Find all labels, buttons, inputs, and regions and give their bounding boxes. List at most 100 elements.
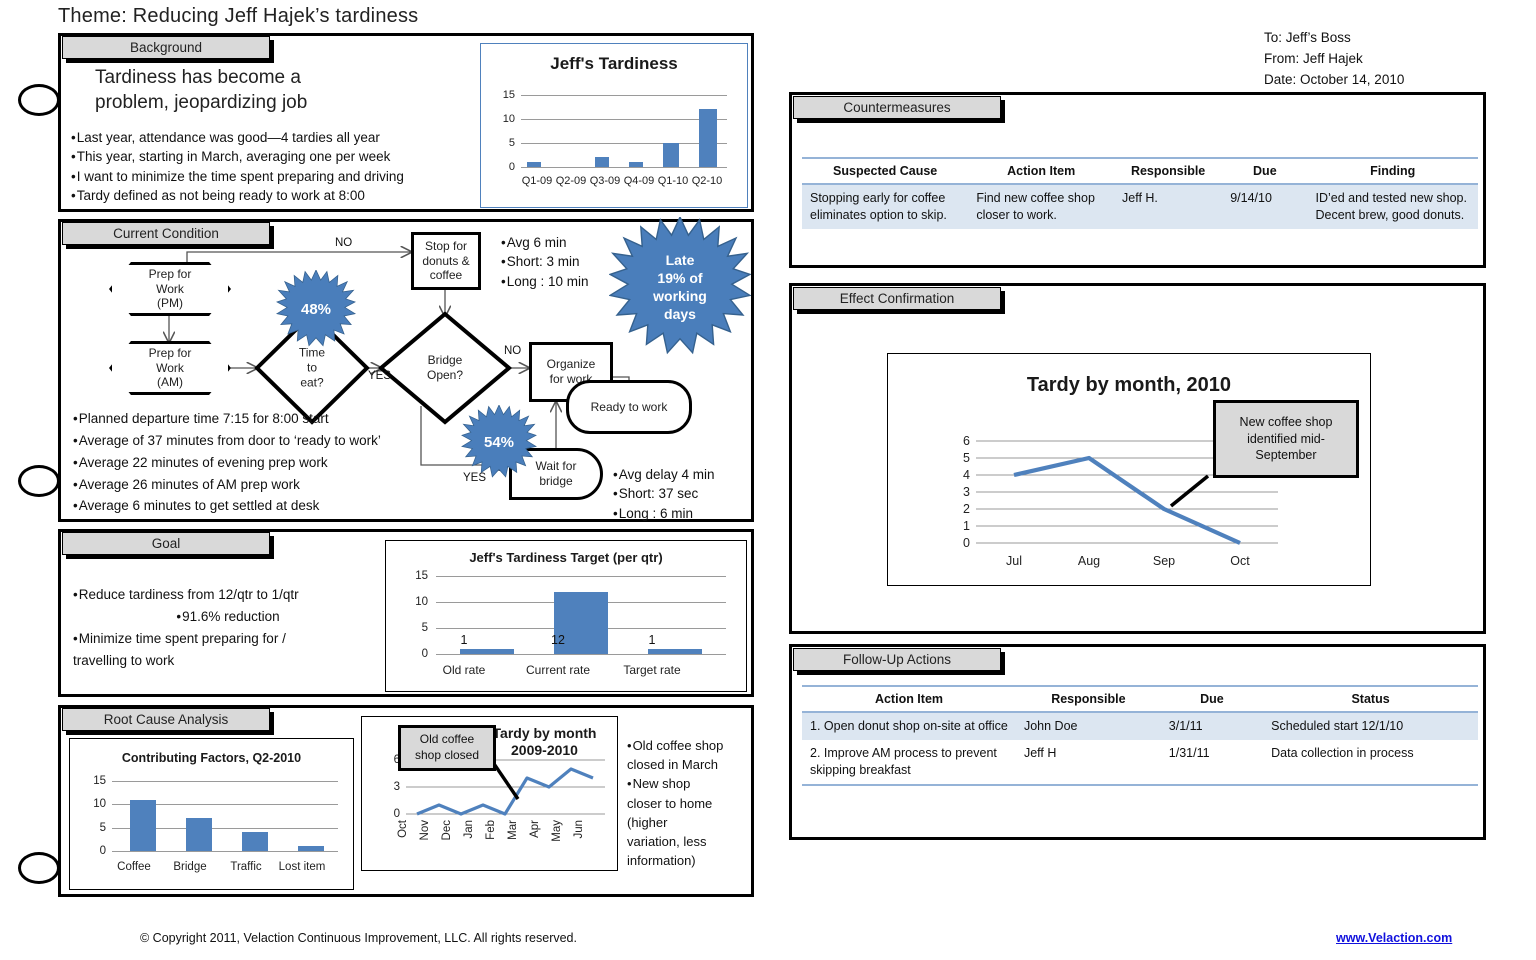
x-axis-labels: Oct Nov Dec Jan Feb Mar Apr May Jun [397, 820, 606, 864]
bar-q4-09 [629, 162, 643, 167]
cell-due: 1/31/11 [1160, 740, 1264, 786]
xlabel: Jul [1006, 554, 1022, 568]
goal-bullets: Reduce tardiness from 12/qtr to 1/qtr 91… [73, 584, 383, 671]
section-root-cause: Contributing Factors, Q2-2010 15 10 5 0 … [58, 705, 754, 897]
gridline [521, 143, 727, 144]
burst-late-label: Late 19% of working days [653, 251, 707, 323]
table-row: 2. Improve AM process to prevent skippin… [802, 740, 1478, 786]
xlabel: Coffee [117, 861, 151, 873]
col-responsible: Responsible [1114, 157, 1223, 185]
ytick: 0 [963, 536, 970, 550]
gridline [436, 654, 726, 655]
header-follow-up: Follow-Up Actions [793, 648, 1001, 671]
xlabel: Traffic [230, 861, 262, 873]
section-current-condition: Prep for Work (PM) Prep for Work (AM) Ti… [58, 217, 754, 522]
memo-block: To: Jeff’s Boss From: Jeff Hajek Date: O… [1264, 28, 1404, 90]
section-follow-up: Action Item Responsible Due Status 1. Op… [789, 644, 1486, 840]
root-cause-notes: Old coffee shop closed in March New shop… [627, 736, 723, 871]
chart-jeffs-tardiness: Jeff's Tardiness 15 10 5 0 Q1-09 Q2-09 Q… [480, 43, 748, 208]
bar-old-rate [460, 648, 514, 654]
chart-tardy-by-month-2010: Tardy by month, 2010 6 5 4 3 2 1 0 Jul A… [887, 353, 1371, 586]
background-headline: Tardiness has become a problem, jeopardi… [95, 67, 308, 114]
col-suspected-cause: Suspected Cause [802, 157, 969, 185]
xlabel: Bridge [173, 861, 207, 873]
gridline [436, 576, 726, 577]
header-effect-confirmation: Effect Confirmation [793, 287, 1001, 310]
bar-lost-item [298, 846, 324, 851]
col-action-item: Action Item [802, 685, 1016, 713]
table-header-row: Suspected Cause Action Item Responsible … [802, 157, 1478, 185]
binder-hole-bottom [18, 852, 60, 884]
page-title: Theme: Reducing Jeff Hajek’s tardiness [58, 5, 419, 27]
xlabel: Target rate [623, 663, 681, 677]
coffee-stats: Avg 6 min Short: 3 min Long : 10 min [501, 233, 589, 291]
bar-traffic [242, 832, 268, 851]
binder-hole-middle [18, 465, 60, 497]
cell-status: Scheduled start 12/1/10 [1263, 712, 1478, 740]
header-background: Background [62, 36, 270, 59]
ytick: 4 [963, 468, 970, 482]
table-header-row: Action Item Responsible Due Status [802, 685, 1478, 713]
chart-tardy-by-month-2009-2010: Tardy by month 2009-2010 6 3 0 Oct Nov D… [361, 716, 618, 871]
ytick: 15 [415, 570, 428, 582]
ytick: 5 [508, 137, 515, 149]
xlabel: Current rate [525, 663, 591, 677]
col-finding: Finding [1307, 157, 1478, 185]
bar-q3-09 [595, 157, 609, 167]
memo-date: Date: October 14, 2010 [1264, 71, 1405, 87]
burst-48-label: 48% [300, 300, 332, 318]
cell-suspected-cause: Stopping early for coffee eliminates opt… [802, 184, 969, 229]
footer-copyright: © Copyright 2011, Velaction Continuous I… [140, 931, 577, 945]
plot-area [112, 781, 338, 852]
xlabel: Jun [573, 820, 585, 839]
bar-q2-10 [699, 109, 717, 167]
header-goal: Goal [62, 532, 270, 555]
xlabel: Q2-10 [691, 175, 723, 187]
ytick: 6 [963, 434, 970, 448]
ytick: 0 [99, 845, 106, 857]
col-action-item: Action Item [968, 157, 1114, 185]
cell-action-item: Find new coffee shop closer to work. [968, 184, 1114, 229]
col-due: Due [1222, 157, 1308, 185]
gridline [521, 167, 727, 168]
cell-due: 9/14/10 [1222, 184, 1308, 229]
current-condition-bullets: Planned departure time 7:15 for 8:00 sta… [73, 408, 381, 517]
callout-new-coffee-shop: New coffee shop identified mid- Septembe… [1213, 400, 1359, 478]
cell-responsible: Jeff H. [1114, 184, 1223, 229]
xlabel: Sep [1152, 554, 1176, 568]
ytick: 10 [502, 113, 515, 125]
cell-responsible: John Doe [1015, 712, 1161, 740]
plot-area [521, 95, 727, 168]
ytick: 10 [415, 596, 428, 608]
bar-q1-09 [527, 162, 541, 167]
ytick: 5 [421, 622, 428, 634]
cell-due: 3/1/11 [1160, 712, 1264, 740]
cell-action-item: 1. Open donut shop on-site at office [802, 712, 1016, 740]
ytick: 10 [93, 798, 106, 811]
chart-title: Contributing Factors, Q2-2010 [121, 751, 302, 765]
bar-value-target: 1 [648, 633, 656, 647]
ytick: 2 [963, 502, 970, 516]
ytick: 5 [963, 451, 970, 465]
burst-54-label: 54% [483, 433, 515, 451]
countermeasures-table: Suspected Cause Action Item Responsible … [802, 157, 1478, 229]
header-current-condition: Current Condition [62, 222, 270, 245]
footer-website-link[interactable]: www.Velaction.com [1336, 931, 1452, 945]
callout-old-coffee-shop-closed: Old coffee shop closed [398, 725, 496, 771]
bar-value-current: 12 [551, 633, 565, 647]
bar-target-rate [648, 648, 702, 654]
ytick: 1 [963, 519, 970, 533]
header-countermeasures: Countermeasures [793, 96, 1001, 119]
burst-54-percent: 54% [447, 405, 551, 479]
chart-title: Jeff's Tardiness [550, 54, 678, 73]
section-effect-confirmation: Tardy by month, 2010 6 5 4 3 2 1 0 Jul A… [789, 283, 1486, 634]
background-bullets: Last year, attendance was good—4 tardies… [71, 128, 404, 206]
bar-value-old: 1 [460, 633, 468, 647]
flow-node-ready-to-work: Ready to work [566, 380, 692, 434]
cell-status: Data collection in process [1263, 740, 1478, 786]
xlabel: Lost item [278, 861, 326, 873]
binder-hole-top [18, 84, 60, 116]
edge-label-no-top: NO [335, 237, 353, 249]
gridline [112, 781, 338, 782]
ytick: 15 [502, 89, 515, 101]
